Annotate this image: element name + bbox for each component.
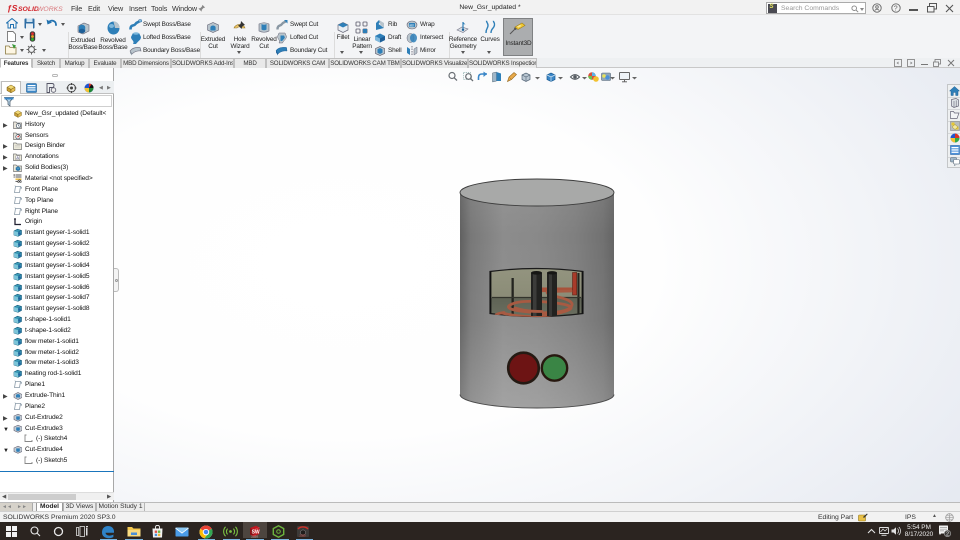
svg-text:2: 2 [946,532,949,538]
svg-text:SOLID: SOLID [18,6,39,13]
svg-text:2020: 2020 [299,534,306,538]
svg-text:aB: aB [409,23,414,27]
svg-text:WORKS: WORKS [37,6,63,13]
svg-text:2020: 2020 [251,535,258,538]
svg-text:ƒS: ƒS [7,3,18,13]
svg-text:?: ? [894,5,898,12]
